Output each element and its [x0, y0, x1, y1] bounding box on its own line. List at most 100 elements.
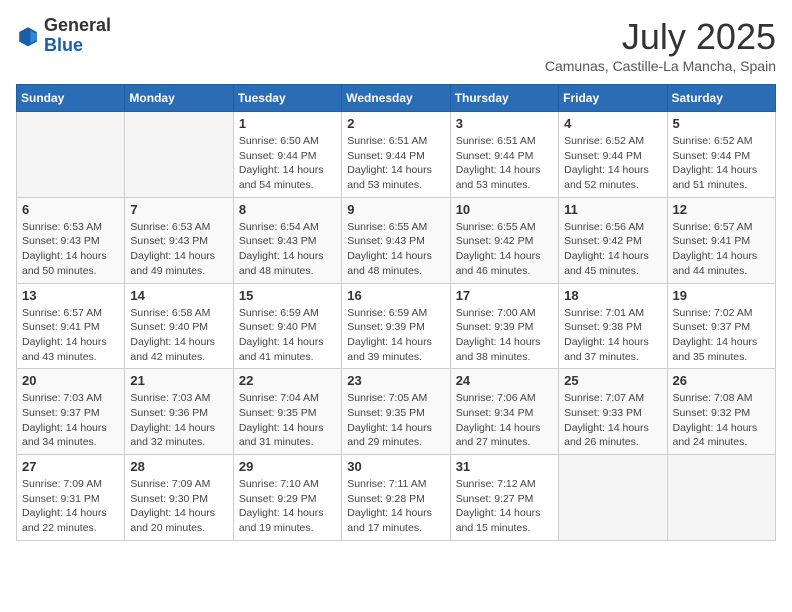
calendar-table: SundayMondayTuesdayWednesdayThursdayFrid… [16, 84, 776, 541]
day-number: 17 [456, 288, 553, 303]
day-info: Sunrise: 6:51 AM Sunset: 9:44 PM Dayligh… [347, 134, 444, 193]
calendar-cell: 1 Sunrise: 6:50 AM Sunset: 9:44 PM Daylig… [233, 112, 341, 198]
calendar-cell: 31 Sunrise: 7:12 AM Sunset: 9:27 PM Dayli… [450, 455, 558, 541]
calendar-cell: 23Sunrise: 7:05 AM Sunset: 9:35 PM Dayli… [342, 369, 450, 455]
day-number: 11 [564, 202, 661, 217]
day-info: Sunrise: 7:06 AM Sunset: 9:34 PM Dayligh… [456, 391, 553, 450]
calendar-cell: 28Sunrise: 7:09 AM Sunset: 9:30 PM Dayli… [125, 455, 233, 541]
day-number: 22 [239, 373, 336, 388]
weekday-header-tuesday: Tuesday [233, 85, 341, 112]
calendar-cell: 17 Sunrise: 7:00 AM Sunset: 9:39 PM Dayli… [450, 283, 558, 369]
calendar-cell: 2 Sunrise: 6:51 AM Sunset: 9:44 PM Daylig… [342, 112, 450, 198]
calendar-week-1: 1 Sunrise: 6:50 AM Sunset: 9:44 PM Daylig… [17, 112, 776, 198]
page-header: General Blue July 2025 Camunas, Castille… [16, 16, 776, 74]
day-info: Sunrise: 6:57 AM Sunset: 9:41 PM Dayligh… [22, 306, 119, 365]
day-number: 30 [347, 459, 444, 474]
day-number: 16 [347, 288, 444, 303]
calendar-cell: 6 Sunrise: 6:53 AM Sunset: 9:43 PM Daylig… [17, 197, 125, 283]
day-info: Sunrise: 7:04 AM Sunset: 9:35 PM Dayligh… [239, 391, 336, 450]
day-info: Sunrise: 6:53 AM Sunset: 9:43 PM Dayligh… [130, 220, 227, 279]
day-number: 26 [673, 373, 770, 388]
calendar-cell [559, 455, 667, 541]
day-number: 27 [22, 459, 119, 474]
day-info: Sunrise: 6:52 AM Sunset: 9:44 PM Dayligh… [564, 134, 661, 193]
day-number: 15 [239, 288, 336, 303]
calendar-cell: 4 Sunrise: 6:52 AM Sunset: 9:44 PM Daylig… [559, 112, 667, 198]
day-info: Sunrise: 7:00 AM Sunset: 9:39 PM Dayligh… [456, 306, 553, 365]
calendar-cell: 18Sunrise: 7:01 AM Sunset: 9:38 PM Dayli… [559, 283, 667, 369]
day-info: Sunrise: 7:02 AM Sunset: 9:37 PM Dayligh… [673, 306, 770, 365]
calendar-cell: 21 Sunrise: 7:03 AM Sunset: 9:36 PM Dayli… [125, 369, 233, 455]
day-info: Sunrise: 6:59 AM Sunset: 9:40 PM Dayligh… [239, 306, 336, 365]
calendar-cell: 27 Sunrise: 7:09 AM Sunset: 9:31 PM Dayli… [17, 455, 125, 541]
calendar-cell: 24 Sunrise: 7:06 AM Sunset: 9:34 PM Dayli… [450, 369, 558, 455]
day-number: 10 [456, 202, 553, 217]
day-info: Sunrise: 6:55 AM Sunset: 9:42 PM Dayligh… [456, 220, 553, 279]
day-number: 21 [130, 373, 227, 388]
logo: General Blue [16, 16, 111, 56]
calendar-week-2: 6 Sunrise: 6:53 AM Sunset: 9:43 PM Daylig… [17, 197, 776, 283]
calendar-cell: 22 Sunrise: 7:04 AM Sunset: 9:35 PM Dayli… [233, 369, 341, 455]
day-number: 4 [564, 116, 661, 131]
day-number: 24 [456, 373, 553, 388]
day-number: 19 [673, 288, 770, 303]
calendar-cell [667, 455, 775, 541]
calendar-week-4: 20 Sunrise: 7:03 AM Sunset: 9:37 PM Dayli… [17, 369, 776, 455]
day-info: Sunrise: 7:10 AM Sunset: 9:29 PM Dayligh… [239, 477, 336, 536]
day-number: 20 [22, 373, 119, 388]
day-info: Sunrise: 6:56 AM Sunset: 9:42 PM Dayligh… [564, 220, 661, 279]
weekday-header-sunday: Sunday [17, 85, 125, 112]
day-number: 31 [456, 459, 553, 474]
day-info: Sunrise: 7:12 AM Sunset: 9:27 PM Dayligh… [456, 477, 553, 536]
day-number: 14 [130, 288, 227, 303]
day-info: Sunrise: 7:08 AM Sunset: 9:32 PM Dayligh… [673, 391, 770, 450]
calendar-week-3: 13Sunrise: 6:57 AM Sunset: 9:41 PM Dayli… [17, 283, 776, 369]
calendar-cell: 9Sunrise: 6:55 AM Sunset: 9:43 PM Daylig… [342, 197, 450, 283]
calendar-cell: 13Sunrise: 6:57 AM Sunset: 9:41 PM Dayli… [17, 283, 125, 369]
calendar-week-5: 27 Sunrise: 7:09 AM Sunset: 9:31 PM Dayli… [17, 455, 776, 541]
day-number: 5 [673, 116, 770, 131]
calendar-cell: 16Sunrise: 6:59 AM Sunset: 9:39 PM Dayli… [342, 283, 450, 369]
day-info: Sunrise: 6:52 AM Sunset: 9:44 PM Dayligh… [673, 134, 770, 193]
day-number: 23 [347, 373, 444, 388]
weekday-header-friday: Friday [559, 85, 667, 112]
day-info: Sunrise: 6:51 AM Sunset: 9:44 PM Dayligh… [456, 134, 553, 193]
calendar-cell: 26 Sunrise: 7:08 AM Sunset: 9:32 PM Dayli… [667, 369, 775, 455]
day-info: Sunrise: 6:58 AM Sunset: 9:40 PM Dayligh… [130, 306, 227, 365]
calendar-cell: 25 Sunrise: 7:07 AM Sunset: 9:33 PM Dayli… [559, 369, 667, 455]
calendar-cell: 29Sunrise: 7:10 AM Sunset: 9:29 PM Dayli… [233, 455, 341, 541]
weekday-header-wednesday: Wednesday [342, 85, 450, 112]
calendar-cell: 15 Sunrise: 6:59 AM Sunset: 9:40 PM Dayli… [233, 283, 341, 369]
day-info: Sunrise: 7:11 AM Sunset: 9:28 PM Dayligh… [347, 477, 444, 536]
day-info: Sunrise: 6:55 AM Sunset: 9:43 PM Dayligh… [347, 220, 444, 279]
day-number: 6 [22, 202, 119, 217]
calendar-cell: 10 Sunrise: 6:55 AM Sunset: 9:42 PM Dayli… [450, 197, 558, 283]
location-title: Camunas, Castille-La Mancha, Spain [545, 58, 776, 74]
day-number: 7 [130, 202, 227, 217]
calendar-cell [125, 112, 233, 198]
day-number: 28 [130, 459, 227, 474]
day-number: 1 [239, 116, 336, 131]
day-number: 2 [347, 116, 444, 131]
calendar-cell: 20 Sunrise: 7:03 AM Sunset: 9:37 PM Dayli… [17, 369, 125, 455]
day-info: Sunrise: 7:09 AM Sunset: 9:31 PM Dayligh… [22, 477, 119, 536]
logo-icon [16, 24, 40, 48]
title-block: July 2025 Camunas, Castille-La Mancha, S… [545, 16, 776, 74]
weekday-header-monday: Monday [125, 85, 233, 112]
day-info: Sunrise: 7:01 AM Sunset: 9:38 PM Dayligh… [564, 306, 661, 365]
day-info: Sunrise: 7:07 AM Sunset: 9:33 PM Dayligh… [564, 391, 661, 450]
calendar-cell [17, 112, 125, 198]
day-info: Sunrise: 6:54 AM Sunset: 9:43 PM Dayligh… [239, 220, 336, 279]
calendar-cell: 19 Sunrise: 7:02 AM Sunset: 9:37 PM Dayli… [667, 283, 775, 369]
day-info: Sunrise: 7:03 AM Sunset: 9:36 PM Dayligh… [130, 391, 227, 450]
day-number: 12 [673, 202, 770, 217]
day-number: 25 [564, 373, 661, 388]
calendar-cell: 8Sunrise: 6:54 AM Sunset: 9:43 PM Daylig… [233, 197, 341, 283]
calendar-cell: 12Sunrise: 6:57 AM Sunset: 9:41 PM Dayli… [667, 197, 775, 283]
logo-blue-text: Blue [44, 35, 83, 55]
day-info: Sunrise: 6:50 AM Sunset: 9:44 PM Dayligh… [239, 134, 336, 193]
day-info: Sunrise: 6:53 AM Sunset: 9:43 PM Dayligh… [22, 220, 119, 279]
logo-general-text: General [44, 15, 111, 35]
day-info: Sunrise: 7:03 AM Sunset: 9:37 PM Dayligh… [22, 391, 119, 450]
calendar-cell: 7 Sunrise: 6:53 AM Sunset: 9:43 PM Daylig… [125, 197, 233, 283]
